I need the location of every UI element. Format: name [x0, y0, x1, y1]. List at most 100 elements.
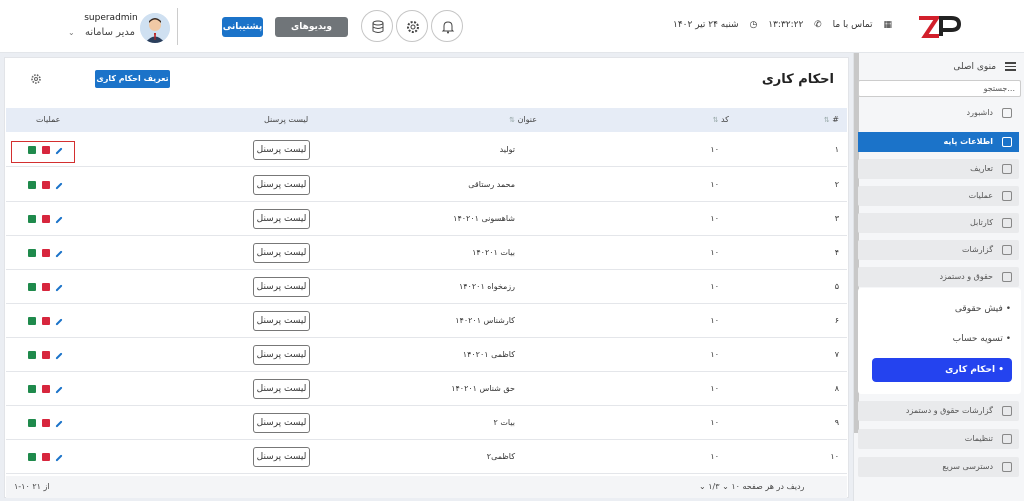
user-role: مدیر سامانه: [84, 27, 136, 38]
page-indicator: ۱/۳: [708, 482, 720, 491]
row-actions: [28, 317, 66, 327]
copy-icon[interactable]: [28, 385, 36, 393]
trash-icon[interactable]: [42, 317, 50, 325]
row-actions: [28, 453, 66, 463]
trash-icon[interactable]: [42, 419, 50, 427]
table-row: ۵ ۱۰ رزمخواه ۱۴۰۲۰۱ لیست پرسنل: [6, 270, 847, 304]
pencil-icon[interactable]: [55, 454, 63, 462]
sidebar-item-dashboard[interactable]: داشبورد: [858, 103, 1019, 123]
copy-icon[interactable]: [28, 453, 36, 461]
clock-time: ۱۳:۳۲:۲۲: [768, 20, 804, 30]
copy-icon[interactable]: [28, 249, 36, 257]
table-row: ۸ ۱۰ حق شناس ۱۴۰۲۰۱ لیست پرسنل: [6, 372, 847, 406]
videos-button[interactable]: ویدیوهای آموزشی: [275, 17, 348, 52]
sidebar-item-reports[interactable]: گزارشات: [858, 240, 1019, 260]
submenu-item-settlement[interactable]: تسویه حساب •: [953, 334, 1011, 344]
settings-icon: [1002, 137, 1012, 147]
chart-icon: [1002, 462, 1012, 472]
pencil-icon[interactable]: [55, 182, 63, 190]
table-row: ۷ ۱۰ کاظمی ۱۴۰۲۰۱ لیست پرسنل: [6, 338, 847, 372]
sidebar-search-input[interactable]: جستجو...: [858, 80, 1021, 97]
row-code: ۱۰: [710, 248, 719, 257]
trash-icon[interactable]: [42, 215, 50, 223]
col-num-label: #: [832, 115, 839, 124]
row-title: محمد رستاقی: [468, 180, 515, 189]
row-num: ۲: [834, 180, 839, 189]
sidebar-item-quick-access[interactable]: دسترسی سریع: [858, 457, 1019, 477]
col-title[interactable]: ⇅ عنوان: [506, 108, 537, 132]
hamburger-icon[interactable]: [1005, 60, 1016, 73]
col-num[interactable]: ⇅ #: [821, 108, 839, 132]
sidebar-item-kartabl[interactable]: کارتابل: [858, 213, 1019, 233]
row-actions: [28, 215, 66, 225]
pencil-icon[interactable]: [55, 386, 63, 394]
trash-icon[interactable]: [42, 283, 50, 291]
database-icon: [372, 20, 384, 33]
next-page-icon[interactable]: ⌄: [699, 482, 706, 491]
row-title: حق شناس ۱۴۰۲۰۱: [451, 384, 515, 393]
trash-icon[interactable]: [42, 351, 50, 359]
copy-icon[interactable]: [28, 283, 36, 291]
trash-icon[interactable]: [42, 453, 50, 461]
support-button[interactable]: پشتیبانی: [222, 17, 263, 37]
personnel-list-button[interactable]: لیست پرسنل: [253, 413, 310, 433]
add-work-order-button[interactable]: تعریف احکام کاری +: [95, 70, 170, 101]
sidebar-item-payroll-reports[interactable]: گزارشات حقوق و دستمزد: [858, 401, 1019, 421]
personnel-list-button[interactable]: لیست پرسنل: [253, 140, 310, 160]
table-row: ۲ ۱۰ محمد رستاقی لیست پرسنل: [6, 168, 847, 202]
personnel-list-button[interactable]: لیست پرسنل: [253, 277, 310, 297]
chevron-down-icon[interactable]: ⌄: [68, 28, 75, 37]
copy-icon[interactable]: [28, 419, 36, 427]
sidebar-title-label: منوی اصلی: [953, 61, 997, 72]
personnel-list-button[interactable]: لیست پرسنل: [253, 243, 310, 263]
chart-icon: [1002, 245, 1012, 255]
copy-icon[interactable]: [28, 317, 36, 325]
avatar[interactable]: [140, 13, 170, 43]
col-ops: عملیات: [36, 115, 61, 124]
gear-icon: [407, 21, 419, 33]
sidebar-item-settings[interactable]: تنظیمات: [858, 429, 1019, 449]
row-actions: [28, 419, 66, 429]
notifications-button[interactable]: [431, 10, 463, 42]
sidebar-item-definitions[interactable]: تعاریف: [858, 159, 1019, 179]
trash-icon[interactable]: [42, 249, 50, 257]
copy-icon[interactable]: [28, 351, 36, 359]
copy-icon[interactable]: [28, 215, 36, 223]
chart-icon: [1002, 218, 1012, 228]
contact-link[interactable]: تماس با ما: [833, 20, 873, 30]
personnel-list-button[interactable]: لیست پرسنل: [253, 379, 310, 399]
prev-page-icon[interactable]: ⌄: [722, 482, 729, 491]
personnel-list-button[interactable]: لیست پرسنل: [253, 209, 310, 229]
submenu-item-payslip[interactable]: فیش حقوقی •: [955, 304, 1011, 314]
personnel-list-button[interactable]: لیست پرسنل: [253, 311, 310, 331]
personnel-list-button[interactable]: لیست پرسنل: [253, 175, 310, 195]
row-num: ۸: [834, 384, 839, 393]
company-logo[interactable]: [915, 12, 965, 42]
sidebar-item-payroll[interactable]: حقوق و دستمزد: [858, 267, 1019, 287]
user-menu[interactable]: ⌄ superadmin مدیر سامانه: [68, 10, 172, 44]
database-button[interactable]: [361, 10, 393, 42]
personnel-list-button[interactable]: لیست پرسنل: [253, 345, 310, 365]
personnel-list-button[interactable]: لیست پرسنل: [253, 447, 310, 467]
submenu-item-work-orders[interactable]: احکام کاری •: [872, 358, 1012, 382]
row-num: ۳: [834, 214, 839, 223]
trash-icon[interactable]: [42, 181, 50, 189]
pencil-icon[interactable]: [55, 352, 63, 360]
trash-icon[interactable]: [42, 385, 50, 393]
col-code[interactable]: ⇅ کد: [710, 108, 729, 132]
pencil-icon[interactable]: [55, 250, 63, 258]
sidebar-item-operations[interactable]: عملیات: [858, 186, 1019, 206]
row-title: کارشناس ۱۴۰۲۰۱: [455, 316, 515, 325]
pencil-icon[interactable]: [55, 284, 63, 292]
pencil-icon[interactable]: [55, 318, 63, 326]
sidebar-item-base-info[interactable]: اطلاعات پایه: [858, 132, 1019, 152]
settings-button[interactable]: [396, 10, 428, 42]
page-title: احکام کاری: [761, 72, 834, 87]
table-row: ۶ ۱۰ کارشناس ۱۴۰۲۰۱ لیست پرسنل: [6, 304, 847, 338]
pencil-icon[interactable]: [55, 420, 63, 428]
pagination-range: ۱-۱۰ از ۲۱: [14, 482, 50, 491]
copy-icon[interactable]: [28, 181, 36, 189]
gear-icon[interactable]: [30, 73, 42, 85]
pencil-icon[interactable]: [55, 216, 63, 224]
rows-per-page-select[interactable]: ۱۰ ردیف در هر صفحه: [731, 482, 804, 491]
